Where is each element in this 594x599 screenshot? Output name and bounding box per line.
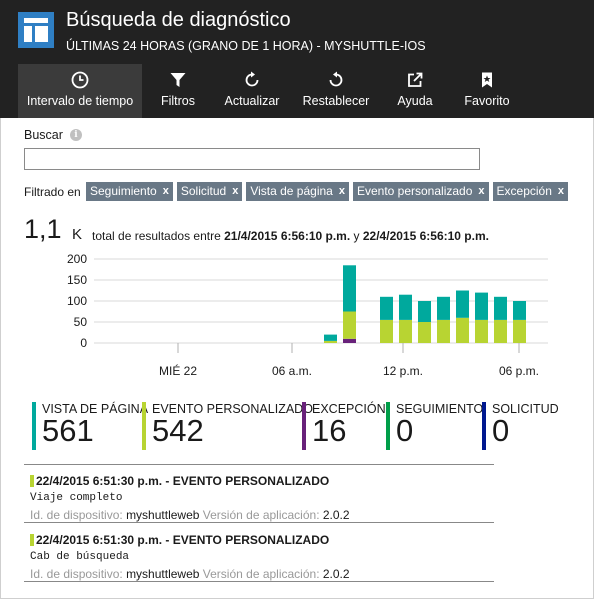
- filters-label: Filtros: [160, 94, 196, 108]
- bar-segment-vista-de-pagina: [494, 296, 507, 320]
- summary-tile-excepcion[interactable]: EXCEPCIÓN 16: [302, 402, 386, 450]
- help-button[interactable]: Ayuda: [382, 64, 448, 118]
- bar-segment-vista-de-pagina: [475, 292, 488, 320]
- bar-segment-evento-personalizado: [324, 340, 337, 343]
- range-start: 21/4/2015 6:56:10 p.m.: [224, 229, 351, 243]
- bar-segment-evento-personalizado: [343, 311, 356, 339]
- reset-label: Restablecer: [302, 94, 370, 108]
- remove-filter-icon[interactable]: x: [478, 182, 484, 201]
- search-label: Buscar: [24, 128, 63, 142]
- help-label: Ayuda: [397, 94, 433, 108]
- divider: [24, 581, 494, 582]
- bar-segment-evento-personalizado: [418, 322, 431, 343]
- info-icon[interactable]: i: [70, 129, 82, 141]
- summary-tile-evento-personalizado[interactable]: EVENTO PERSONALIZADO 542: [142, 402, 313, 450]
- page-title: Búsqueda de diagnóstico: [66, 9, 291, 31]
- total-range-text: total de resultados entre 21/4/2015 6:56…: [92, 229, 489, 243]
- reset-button[interactable]: Restablecer: [290, 64, 382, 118]
- divider: [24, 522, 494, 523]
- total-unit: K: [72, 226, 83, 243]
- event-type-marker: [30, 534, 34, 546]
- bar-segment-vista-de-pagina: [380, 296, 393, 320]
- bar-segment-evento-personalizado: [399, 319, 412, 343]
- external-link-icon: [408, 72, 423, 87]
- search-input[interactable]: [24, 148, 480, 170]
- summary-tile-seguimiento[interactable]: SEGUIMIENTO 0: [386, 402, 483, 450]
- bar-segment-evento-personalizado: [513, 319, 526, 343]
- bar-segment-vista-de-pagina: [324, 334, 337, 341]
- time-range-button[interactable]: Intervalo de tiempo: [18, 64, 142, 118]
- filter-chips: Seguimiento x Solicitud x Vista de página x…: [86, 182, 569, 201]
- filter-label: Filtrado en: [24, 185, 81, 199]
- event-title: 22/4/2015 6:51:30 p.m. - EVENTO PERSONAL…: [36, 533, 330, 547]
- list-item[interactable]: 22/4/2015 6:51:30 p.m. - EVENTO PERSONAL…: [30, 474, 494, 522]
- remove-filter-icon[interactable]: x: [232, 182, 238, 201]
- x-tick-label: 12 p.m.: [383, 364, 423, 378]
- bar-segment-vista-de-pagina: [343, 265, 356, 312]
- command-bar: Intervalo de tiempo Filtros Actualizar R…: [18, 64, 526, 118]
- refresh-label: Actualizar: [224, 94, 280, 108]
- bar-segment-evento-personalizado: [380, 319, 393, 343]
- summary-tile-vista-de-pagina[interactable]: VISTA DE PÁGINA 561: [32, 402, 148, 450]
- y-tick-label: 0: [80, 336, 87, 350]
- filter-chip-seguimiento: Seguimiento x: [86, 182, 173, 201]
- filters-button[interactable]: Filtros: [142, 64, 214, 118]
- range-end: 22/4/2015 6:56:10 p.m.: [362, 229, 489, 243]
- list-item[interactable]: 22/4/2015 6:51:30 p.m. - EVENTO PERSONAL…: [30, 533, 494, 581]
- bar-segment-vista-de-pagina: [399, 294, 412, 320]
- results-chart[interactable]: 200 150 100 50 0 MIÉ 22 06 a.m. 12 p.m. 06 p.m.: [0, 248, 594, 383]
- refresh-button[interactable]: Actualizar: [214, 64, 290, 118]
- page-subtitle: ÚLTIMAS 24 HORAS (GRANO DE 1 HORA) - MYS…: [66, 39, 426, 53]
- remove-filter-icon[interactable]: x: [339, 182, 345, 201]
- bar-segment-evento-personalizado: [494, 319, 507, 343]
- blade-header: Búsqueda de diagnóstico ÚLTIMAS 24 HORAS…: [0, 0, 594, 118]
- bookmark-star-icon: [482, 72, 492, 88]
- event-detail: Cab de búsqueda: [30, 551, 130, 563]
- total-count: 1,1: [24, 214, 62, 244]
- event-detail: Viaje completo: [30, 492, 123, 504]
- filter-chip-vista-de-pagina: Vista de página x: [246, 182, 349, 201]
- y-tick-label: 150: [67, 273, 87, 287]
- bar-segment-evento-personalizado: [475, 319, 488, 343]
- y-tick-label: 200: [67, 252, 87, 266]
- event-type-marker: [30, 475, 34, 487]
- x-tick-label: 06 a.m.: [272, 364, 312, 378]
- time-range-label: Intervalo de tiempo: [26, 94, 134, 108]
- event-title: 22/4/2015 6:51:30 p.m. - EVENTO PERSONAL…: [36, 474, 330, 488]
- favorite-label: Favorito: [464, 94, 510, 108]
- bar-segment-evento-personalizado: [437, 319, 450, 343]
- divider: [24, 464, 494, 465]
- diagnostic-search-logo-icon: [18, 12, 54, 48]
- bar-segment-vista-de-pagina: [437, 296, 450, 320]
- remove-filter-icon[interactable]: x: [558, 182, 564, 201]
- y-tick-label: 100: [67, 294, 87, 308]
- bar-segment-vista-de-pagina: [513, 301, 526, 320]
- favorite-button[interactable]: Favorito: [448, 64, 526, 118]
- bar-segment-evento-personalizado: [456, 317, 469, 343]
- clock-icon: [71, 71, 89, 89]
- refresh-icon: [245, 71, 259, 87]
- x-tick-label: 06 p.m.: [499, 364, 539, 378]
- bar-segment-vista-de-pagina: [456, 290, 469, 318]
- event-meta: Id. de dispositivo: myshuttleweb Versión…: [30, 567, 350, 581]
- event-meta: Id. de dispositivo: myshuttleweb Versión…: [30, 508, 350, 522]
- bar-segment-vista-de-pagina: [418, 301, 431, 322]
- x-tick-label: MIÉ 22: [159, 363, 197, 378]
- undo-icon: [329, 71, 343, 87]
- funnel-icon: [170, 73, 186, 87]
- filter-chip-excepcion: Excepción x: [492, 182, 569, 201]
- filter-chip-solicitud: Solicitud x: [176, 182, 243, 201]
- remove-filter-icon[interactable]: x: [163, 182, 169, 201]
- filter-chip-evento-personalizado: Evento personalizado x: [352, 182, 489, 201]
- bar-segment-excepcion: [343, 338, 356, 343]
- summary-tile-solicitud[interactable]: SOLICITUD 0: [482, 402, 559, 450]
- y-tick-label: 50: [74, 315, 88, 329]
